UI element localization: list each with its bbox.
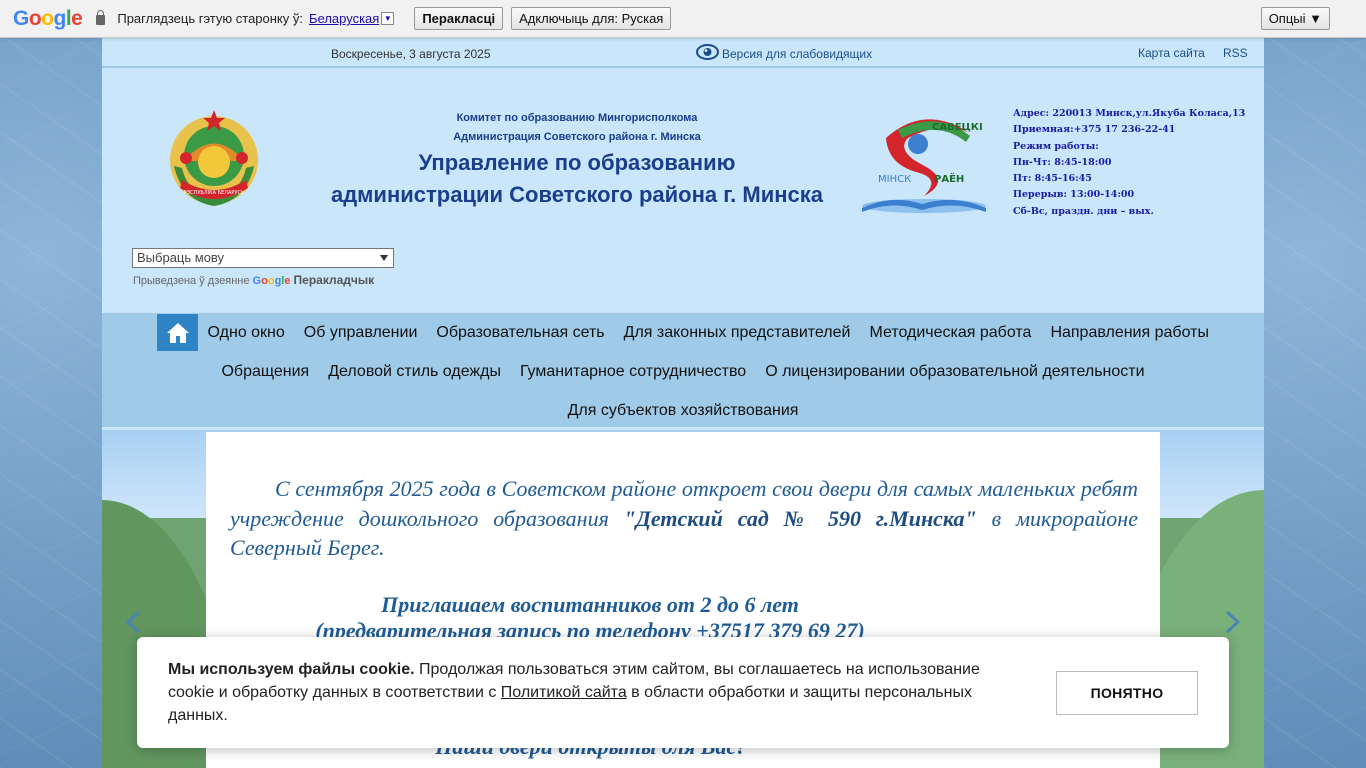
google-mini-letter: o (267, 275, 275, 287)
contact-info: Адрес: 220013 Минск,ул.Якуба Коласа,13 П… (1013, 106, 1245, 220)
logo-text-top: САВЕЦКІ (932, 122, 983, 133)
eye-icon[interactable] (696, 44, 719, 60)
slider-prev-arrow-icon[interactable] (122, 610, 146, 634)
google-mini-logo: Google (253, 275, 291, 287)
nav-methodical[interactable]: Методическая работа (869, 324, 1031, 342)
powered-prefix: Прыведзена ў дзеянне (133, 275, 250, 287)
language-dropdown-icon[interactable]: ▼ (381, 12, 395, 25)
nav-appeals[interactable]: Обращения (221, 363, 309, 381)
google-logo-letter: G (13, 6, 29, 30)
contact-phone: Приемная:+375 17 236-22-41 (1013, 124, 1176, 136)
nav-directions[interactable]: Направления работы (1050, 324, 1209, 342)
nav-licensing[interactable]: О лицензировании образовательной деятель… (765, 363, 1144, 381)
nav-one-window[interactable]: Одно окно (208, 324, 285, 342)
translate-language-link[interactable]: Беларуская (309, 11, 379, 26)
google-logo-letter: g (53, 6, 67, 30)
powered-by-google: Прыведзена ў дзеянне Google Перакладчык (133, 273, 374, 287)
nav-row-1: Одно окно Об управлении Образовательная … (102, 313, 1264, 352)
disable-translate-button[interactable]: Адключыць для: Руская (511, 7, 672, 30)
google-translate-bar: Google Праглядзець гэтую старонку ў: Бел… (0, 0, 1366, 38)
site-title-line-2: администрации Советского района г. Минск… (330, 182, 824, 207)
state-emblem-icon: РЭСПУБЛІКА БЕЛАРУСЬ (170, 110, 258, 206)
logo-text-left: МІНСК (878, 174, 911, 185)
logo-text-right: РАЁН (934, 171, 964, 185)
google-mini-letter: G (252, 275, 262, 287)
privacy-policy-link[interactable]: Политикой сайта (501, 684, 627, 701)
rss-link[interactable]: RSS (1223, 46, 1248, 60)
google-mini-letter: e (284, 275, 291, 287)
nav-business[interactable]: Для субъектов хозяйствования (568, 402, 799, 420)
google-logo-letter: o (28, 6, 42, 30)
translate-button[interactable]: Перакласці (414, 7, 504, 30)
nav-row-3: Для субъектов хозяйствования (102, 391, 1264, 430)
nav-row-2: Обращения Деловой стиль одежды Гуманитар… (102, 352, 1264, 391)
top-info-line: Воскресенье, 3 августа 2025 Версия для с… (102, 38, 1264, 68)
cookie-title: Мы используем файлы cookie. (168, 661, 415, 678)
contact-address: Адрес: 220013 Минск,ул.Якуба Коласа,13 (1013, 108, 1246, 119)
lock-icon (96, 9, 106, 25)
contact-weekend: Сб-Вс, праздн. дни – вых. (1013, 205, 1154, 217)
slide-announcement: С сентября 2025 года в Советском районе … (230, 474, 1138, 563)
site-title-line-1: Управление по образованию (418, 150, 736, 175)
contact-hours-mon-thu: Пн-Чт: 8:45-18:00 (1013, 156, 1112, 168)
nav-parents[interactable]: Для законных представителей (624, 324, 851, 342)
low-vision-link[interactable]: Версия для слабовидящих (722, 47, 872, 61)
nav-edu-network[interactable]: Образовательная сеть (436, 324, 604, 342)
cookie-accept-button[interactable]: ПОНЯТНО (1056, 671, 1198, 715)
translator-link[interactable]: Перакладчык (294, 273, 375, 287)
google-logo: Google (13, 6, 83, 31)
side-background-left (0, 38, 102, 768)
contact-break: Перерыв: 13:00-14:00 (1013, 189, 1135, 201)
current-date: Воскресенье, 3 августа 2025 (331, 47, 491, 61)
google-logo-letter: e (71, 6, 83, 30)
slide-kindergarten-name: "Детский сад № 590 г.Минска" (623, 505, 977, 531)
nav-humanitarian[interactable]: Гуманитарное сотрудничество (520, 363, 746, 381)
cookie-text: Мы используем файлы cookie. Продолжая по… (168, 658, 1018, 727)
contact-hours-title: Режим работы: (1013, 140, 1099, 152)
org-line-2: Администрация Советского района г. Минск… (453, 131, 701, 143)
slider-next-arrow-icon[interactable] (1220, 610, 1244, 634)
google-logo-letter: o (41, 6, 54, 30)
nav-dress-code[interactable]: Деловой стиль одежды (328, 363, 501, 381)
district-logo-icon: САВЕЦКІ МІНСК РАЁН (862, 119, 986, 213)
emblem-text: РЭСПУБЛІКА БЕЛАРУСЬ (184, 190, 245, 196)
home-button[interactable] (157, 314, 199, 351)
language-select[interactable]: Выбраць мову (132, 248, 394, 268)
slide-invite-line-1: Приглашаем воспитанников от 2 до 6 лет (381, 592, 799, 617)
org-line-1: Комитет по образованию Мингорисполкома (456, 112, 698, 124)
cookie-banner: Мы используем файлы cookie. Продолжая по… (137, 637, 1229, 748)
main-nav: Одно окно Об управлении Образовательная … (102, 313, 1264, 430)
site-header: РЭСПУБЛІКА БЕЛАРУСЬ Комитет по образован… (102, 68, 1264, 313)
nav-about[interactable]: Об управлении (304, 324, 418, 342)
options-button[interactable]: Опцыі ▼ (1260, 7, 1330, 30)
translate-prompt: Праглядзець гэтую старонку ў: (117, 11, 303, 26)
side-background-right (1264, 38, 1366, 768)
google-mini-letter: o (261, 275, 268, 287)
sitemap-link[interactable]: Карта сайта (1138, 46, 1205, 60)
contact-hours-fri: Пт: 8:45-16:45 (1013, 173, 1092, 185)
home-icon (166, 322, 189, 343)
